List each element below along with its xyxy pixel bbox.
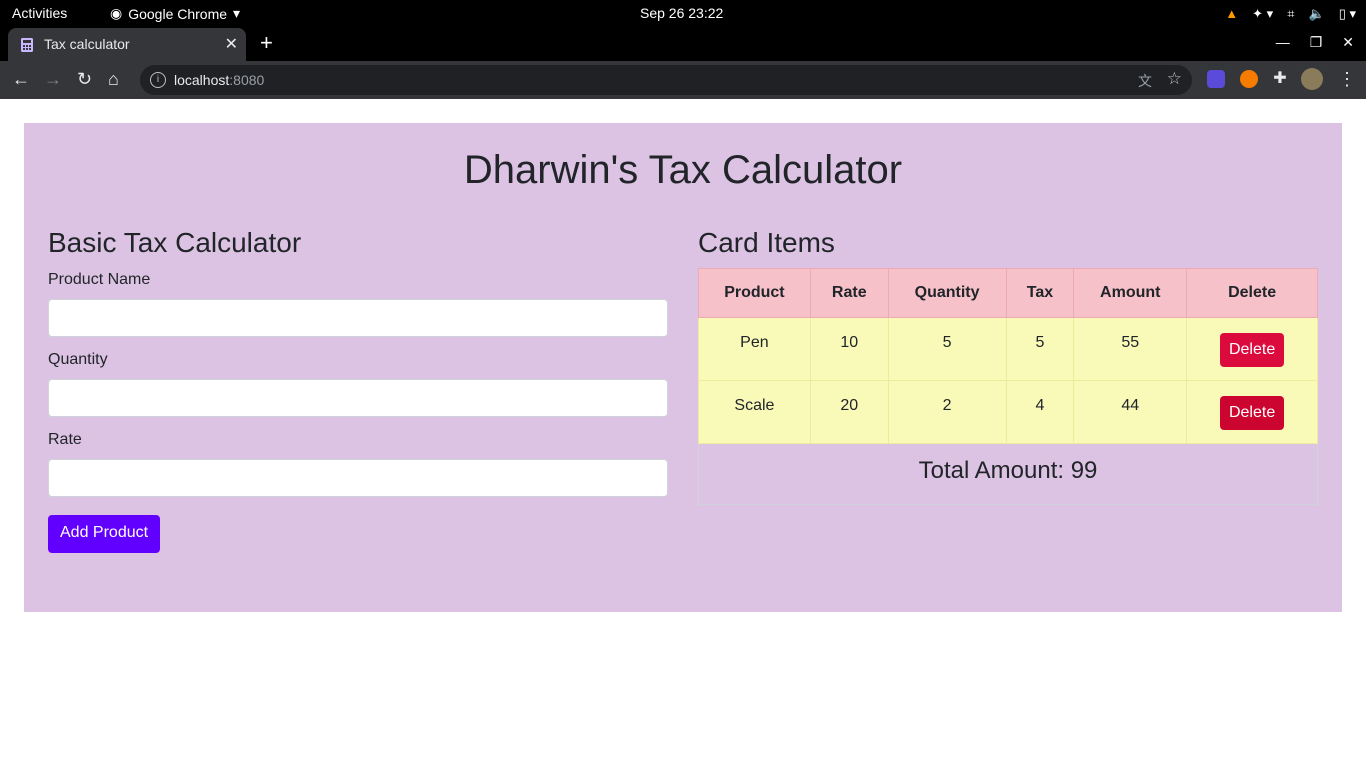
extension-orange-icon[interactable] [1240, 70, 1258, 88]
table-header-row: Product Rate Quantity Tax Amount Delete [698, 268, 1318, 318]
back-arrow-icon[interactable]: ← [12, 69, 30, 89]
restore-icon[interactable]: ❐ [1310, 34, 1323, 51]
column-header: Rate [809, 268, 889, 318]
profile-avatar[interactable] [1301, 68, 1323, 90]
address-bar[interactable]: i localhost:8080 文 ☆ [140, 65, 1192, 95]
total-amount: Total Amount: 99 [698, 444, 1318, 505]
cell-rate: 20 [809, 380, 889, 444]
product-name-input[interactable] [48, 299, 668, 337]
quantity-label: Quantity [48, 351, 108, 368]
accessibility-icon[interactable]: ✦ ▾ [1252, 6, 1273, 22]
network-icon[interactable]: ⌗ [1287, 6, 1294, 22]
cart-table: Product Rate Quantity Tax Amount Delete … [698, 268, 1318, 444]
column-header: Tax [1005, 268, 1075, 318]
delete-button[interactable]: Delete [1219, 396, 1285, 430]
cell-amount: 55 [1073, 317, 1188, 381]
extensions-puzzle-icon[interactable]: ✚ [1271, 70, 1289, 88]
column-header: Delete [1186, 268, 1318, 318]
battery-icon[interactable]: ▯ ▾ [1339, 6, 1356, 22]
column-header: Amount [1073, 268, 1188, 318]
system-tray[interactable]: ▲ ✦ ▾ ⌗ 🔈 ▯ ▾ [1225, 0, 1356, 27]
site-info-icon[interactable]: i [150, 72, 166, 88]
cell-quantity: 5 [887, 317, 1007, 381]
app-menu[interactable]: ◉ Google Chrome ▾ [110, 5, 240, 22]
bookmark-star-icon[interactable]: ☆ [1167, 69, 1182, 89]
volume-icon[interactable]: 🔈 [1309, 6, 1325, 22]
calculator-container: Dharwin's Tax Calculator Basic Tax Calcu… [24, 123, 1342, 612]
reload-icon[interactable]: ↻ [77, 69, 92, 89]
cell-delete: Delete [1186, 380, 1318, 444]
cell-quantity: 2 [887, 380, 1007, 444]
url-text[interactable]: localhost:8080 [174, 72, 264, 88]
cell-product: Scale [698, 380, 811, 444]
browser-tab[interactable]: Tax calculator ✕ [8, 28, 246, 61]
caret-down-icon: ▾ [233, 5, 241, 21]
more-menu-icon[interactable]: ⋮ [1338, 69, 1356, 89]
add-product-button[interactable]: Add Product [48, 515, 161, 553]
form-title: Basic Tax Calculator [48, 227, 302, 258]
column-header: Quantity [887, 268, 1007, 318]
close-tab-icon[interactable]: ✕ [225, 34, 238, 54]
app-menu-label: Google Chrome [128, 5, 228, 22]
new-tab-button[interactable]: + [260, 32, 273, 54]
tab-strip: Tax calculator ✕ [0, 27, 1366, 61]
cell-tax: 5 [1005, 317, 1075, 381]
column-header: Product [698, 268, 811, 318]
delete-button[interactable]: Delete [1219, 333, 1285, 367]
calculator-favicon-icon [21, 38, 33, 52]
window-controls: — ❐ ✕ [1276, 34, 1354, 51]
tax-form: Basic Tax Calculator Product Name Quanti… [48, 227, 668, 553]
close-window-icon[interactable]: ✕ [1342, 34, 1354, 51]
minimize-icon[interactable]: — [1276, 34, 1290, 51]
cart-panel: Card Items Product Rate Quantity Tax Amo… [698, 227, 1318, 505]
cell-delete: Delete [1186, 317, 1318, 381]
cart-title: Card Items [698, 227, 835, 258]
clock[interactable]: Sep 26 23:22 [640, 5, 723, 21]
activities-button[interactable]: Activities [12, 5, 67, 21]
cell-product: Pen [698, 317, 811, 381]
product-name-label: Product Name [48, 271, 151, 288]
extension-translate-icon[interactable] [1207, 70, 1225, 88]
cell-rate: 10 [809, 317, 889, 381]
cell-amount: 44 [1073, 380, 1188, 444]
forward-arrow-icon[interactable]: → [44, 69, 62, 89]
tab-title: Tax calculator [44, 36, 130, 52]
cell-tax: 4 [1005, 380, 1075, 444]
table-row: Pen 10 5 5 55 Delete [698, 317, 1318, 381]
home-icon[interactable]: ⌂ [108, 69, 119, 89]
browser-toolbar: ← → ↻ ⌂ i localhost:8080 文 ☆ ✚ ⋮ [0, 61, 1366, 99]
quantity-input[interactable] [48, 379, 668, 417]
chrome-icon: ◉ [110, 5, 123, 21]
page-title: Dharwin's Tax Calculator [463, 148, 903, 192]
table-row: Scale 20 2 4 44 Delete [698, 380, 1318, 444]
system-top-bar: Activities ◉ Google Chrome ▾ Sep 26 23:2… [0, 0, 1366, 27]
vlc-icon[interactable]: ▲ [1225, 6, 1238, 21]
rate-input[interactable] [48, 459, 668, 497]
rate-label: Rate [48, 431, 82, 448]
translate-icon[interactable]: 文 [1138, 71, 1152, 91]
